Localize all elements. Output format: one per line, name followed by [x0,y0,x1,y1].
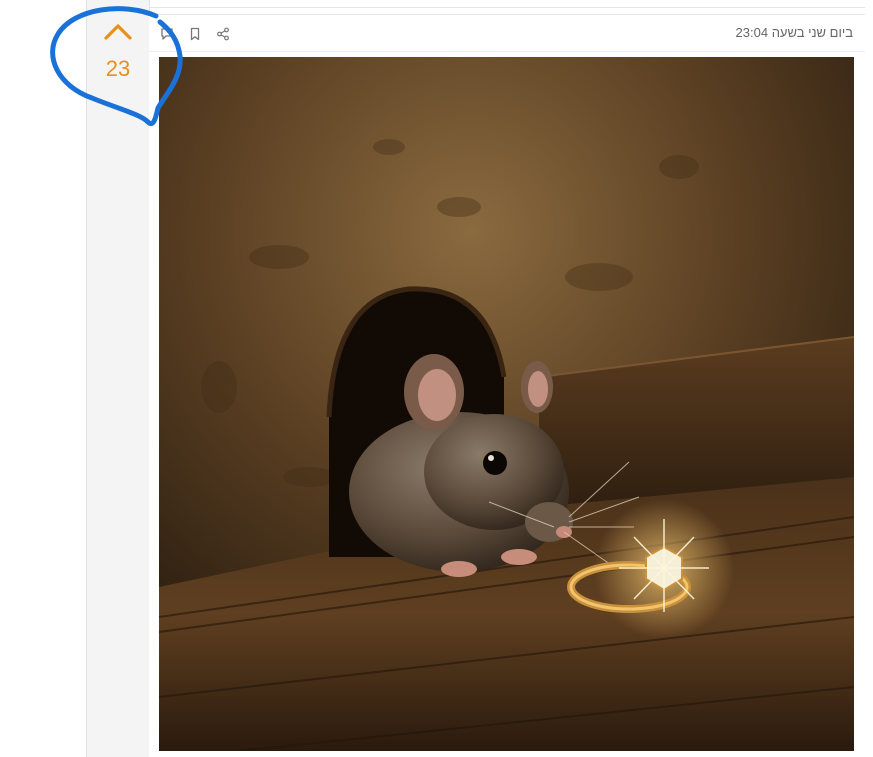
top-divider [149,0,865,8]
page: 23 ביום שני בשעה 23:04 [0,0,873,757]
chevron-up-icon [104,24,132,40]
bookmark-icon[interactable] [185,24,205,44]
post-toolbar [157,24,233,44]
post-timestamp: ביום שני בשעה 23:04 [735,25,853,40]
upvote-button[interactable] [103,20,133,44]
post-header: ביום שני בשעה 23:04 [149,15,865,52]
vote-column: 23 [86,0,150,757]
share-icon[interactable] [213,24,233,44]
comment-icon[interactable] [157,24,177,44]
post-card: ביום שני בשעה 23:04 [149,14,865,757]
vote-count: 23 [105,56,131,81]
post-image[interactable] [159,57,854,751]
